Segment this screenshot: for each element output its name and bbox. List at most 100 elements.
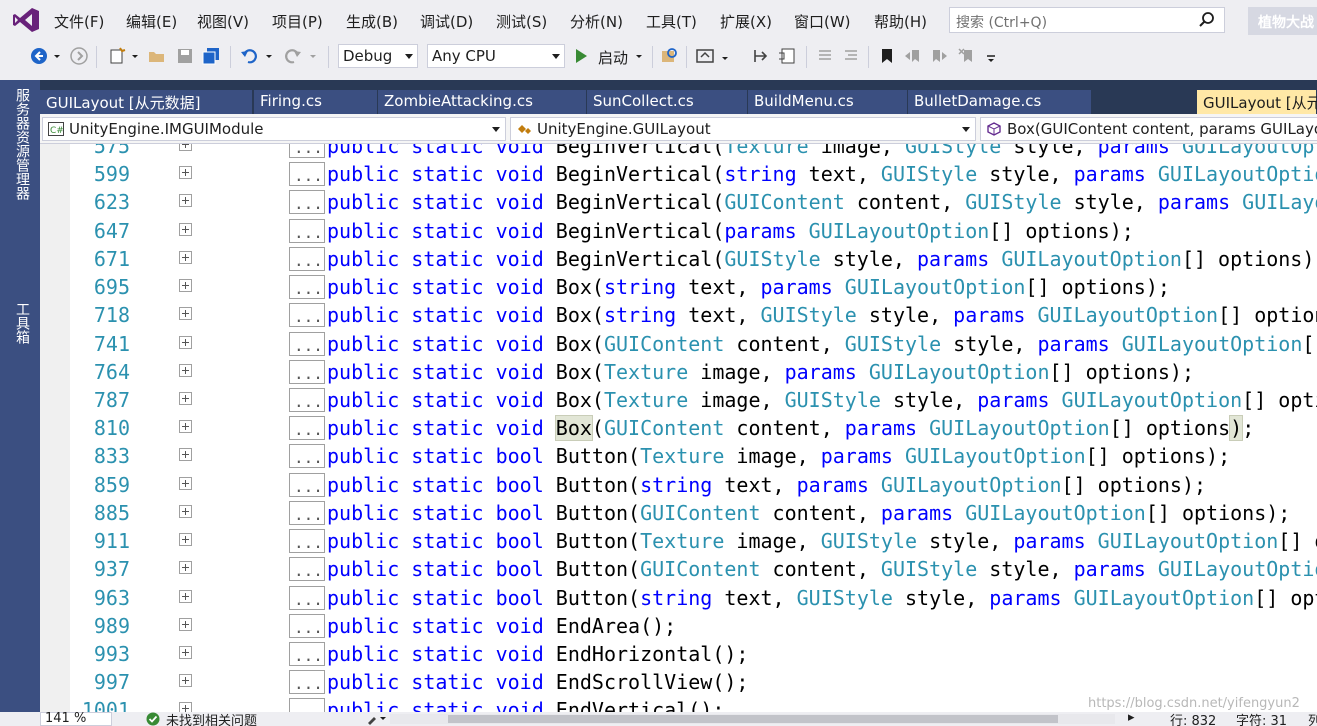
collapsed-region-marker[interactable]: ... — [289, 444, 325, 469]
collapsed-region-marker[interactable]: ... — [289, 416, 325, 441]
code-line[interactable]: 997... public static void EndScrollView()… — [40, 668, 1317, 696]
collapsed-region-marker[interactable]: ... — [289, 218, 325, 243]
expand-outline-icon[interactable] — [179, 307, 192, 321]
collapsed-region-marker[interactable]: ... — [289, 303, 325, 328]
menu-file[interactable]: 文件(F) — [54, 11, 104, 32]
next-bookmark-icon[interactable] — [930, 47, 948, 65]
menu-edit[interactable]: 编辑(E) — [126, 11, 177, 32]
code-line[interactable]: 859... public static bool Button(string t… — [40, 471, 1317, 499]
collapsed-region-marker[interactable]: ... — [289, 613, 325, 638]
collapsed-region-marker[interactable]: ... — [289, 331, 325, 356]
tab-zombie-attacking[interactable]: ZombieAttacking.cs — [378, 90, 587, 114]
zoom-dropdown[interactable]: 141 % — [40, 712, 112, 726]
menu-build[interactable]: 生成(B) — [346, 11, 398, 32]
expand-outline-icon[interactable] — [179, 279, 192, 293]
scrollbar-thumb[interactable] — [448, 715, 1058, 723]
undo-dropdown-icon[interactable] — [264, 47, 274, 65]
menu-debug[interactable]: 调试(D) — [420, 11, 473, 32]
solution-configuration-dropdown[interactable]: Debug — [338, 44, 418, 68]
collapsed-region-marker[interactable]: ... — [289, 557, 325, 582]
new-item-dropdown-icon[interactable] — [130, 47, 140, 65]
solution-platform-dropdown[interactable]: Any CPU — [427, 44, 565, 68]
previous-bookmark-icon[interactable] — [904, 47, 922, 65]
collapsed-region-marker[interactable]: ... — [289, 246, 325, 271]
expand-outline-icon[interactable] — [179, 504, 192, 518]
menu-tools[interactable]: 工具(T) — [646, 11, 697, 32]
collapsed-region-marker[interactable]: ... — [289, 698, 325, 712]
collapsed-region-marker[interactable]: ... — [289, 387, 325, 412]
tab-sun-collect[interactable]: SunCollect.cs — [587, 90, 748, 114]
type-dropdown[interactable]: UnityEngine.GUILayout — [510, 117, 976, 141]
collapsed-region-marker[interactable]: ... — [289, 144, 325, 158]
save-icon[interactable] — [176, 47, 194, 65]
tab-bullet-damage[interactable]: BulletDamage.cs — [908, 90, 1092, 114]
redo-dropdown-icon[interactable] — [308, 47, 318, 65]
search-input[interactable]: 搜索 (Ctrl+Q) — [949, 7, 1225, 33]
member-dropdown[interactable]: Box(GUIContent content, params GUILayou — [980, 117, 1317, 141]
menu-extensions[interactable]: 扩展(X) — [720, 11, 772, 32]
tab-firing[interactable]: Firing.cs — [254, 90, 378, 114]
menu-window[interactable]: 窗口(W) — [794, 11, 851, 32]
browser-link-icon[interactable] — [696, 47, 714, 65]
browser-link-dropdown-icon[interactable] — [720, 47, 730, 65]
redo-icon[interactable] — [284, 47, 302, 65]
scroll-right-icon[interactable]: ▸ — [1128, 712, 1135, 725]
expand-outline-icon[interactable] — [179, 363, 192, 377]
expand-outline-icon[interactable] — [179, 420, 192, 434]
code-line[interactable]: 695... public static void Box(string text… — [40, 273, 1317, 301]
code-line[interactable]: 963... public static bool Button(string t… — [40, 584, 1317, 612]
code-line[interactable]: 787... public static void Box(Texture ima… — [40, 386, 1317, 414]
new-item-icon[interactable] — [108, 47, 126, 65]
menu-project[interactable]: 项目(P) — [272, 11, 323, 32]
toolbox-tab[interactable]: 工具箱 — [8, 302, 32, 344]
tab-guilayout-metadata[interactable]: GUILayout [从元数据] — [40, 90, 253, 114]
expand-outline-icon[interactable] — [179, 335, 192, 349]
toggle-panel-icon[interactable] — [778, 47, 796, 65]
code-line[interactable]: 833... public static bool Button(Texture … — [40, 442, 1317, 470]
expand-outline-icon[interactable] — [179, 674, 192, 688]
clear-bookmarks-icon[interactable] — [958, 47, 976, 65]
issues-status[interactable]: 未找到相关问题 — [166, 712, 257, 726]
code-line[interactable]: 623... public static void BeginVertical(G… — [40, 188, 1317, 216]
code-line[interactable]: 993... public static void EndHorizontal()… — [40, 640, 1317, 668]
brush-icon[interactable] — [366, 713, 388, 725]
code-line[interactable]: 718... public static void Box(string text… — [40, 301, 1317, 329]
collapsed-region-marker[interactable]: ... — [289, 162, 325, 187]
collapsed-region-marker[interactable]: ... — [289, 529, 325, 554]
collapsed-region-marker[interactable]: ... — [289, 190, 325, 215]
expand-outline-icon[interactable] — [179, 448, 192, 462]
code-line[interactable]: 599... public static void BeginVertical(s… — [40, 160, 1317, 188]
code-line[interactable]: 741... public static void Box(GUIContent … — [40, 330, 1317, 358]
menu-help[interactable]: 帮助(H) — [874, 11, 927, 32]
project-dropdown[interactable]: C# UnityEngine.IMGUIModule — [42, 117, 506, 141]
save-all-icon[interactable] — [202, 47, 220, 65]
collapsed-region-marker[interactable]: ... — [289, 641, 325, 666]
collapsed-region-marker[interactable]: ... — [289, 359, 325, 384]
expand-outline-icon[interactable] — [179, 589, 192, 603]
collapsed-region-marker[interactable]: ... — [289, 500, 325, 525]
code-line[interactable]: 911... public static bool Button(Texture … — [40, 527, 1317, 555]
code-line[interactable]: 575... public static void BeginVertical(T… — [40, 144, 1317, 160]
expand-outline-icon[interactable] — [179, 476, 192, 490]
expand-outline-icon[interactable] — [179, 144, 192, 151]
code-line[interactable]: 810... public static void Box(GUIContent … — [40, 414, 1317, 442]
undo-icon[interactable] — [240, 47, 258, 65]
comment-lines-icon[interactable] — [816, 47, 834, 65]
expand-outline-icon[interactable] — [179, 561, 192, 575]
expand-outline-icon[interactable] — [179, 250, 192, 264]
expand-outline-icon[interactable] — [179, 533, 192, 547]
step-into-icon[interactable] — [752, 47, 770, 65]
code-line[interactable]: 937... public static bool Button(GUIConte… — [40, 555, 1317, 583]
expand-outline-icon[interactable] — [179, 645, 192, 659]
collapsed-region-marker[interactable]: ... — [289, 670, 325, 695]
toolbar-overflow-icon[interactable] — [986, 47, 996, 65]
back-icon[interactable] — [30, 47, 48, 65]
expand-outline-icon[interactable] — [179, 194, 192, 208]
menu-analyze[interactable]: 分析(N) — [570, 11, 623, 32]
uncomment-lines-icon[interactable] — [842, 47, 860, 65]
menu-test[interactable]: 测试(S) — [496, 11, 547, 32]
collapsed-region-marker[interactable]: ... — [289, 472, 325, 497]
collapsed-region-marker[interactable]: ... — [289, 585, 325, 610]
code-line[interactable]: 647... public static void BeginVertical(p… — [40, 217, 1317, 245]
menu-view[interactable]: 视图(V) — [197, 11, 249, 32]
